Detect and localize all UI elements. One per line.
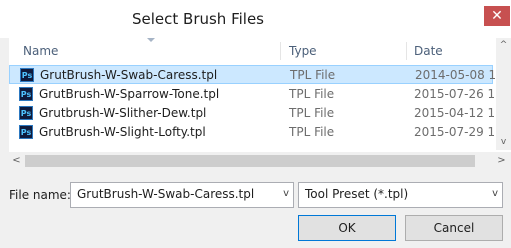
file-row[interactable]: Ps GrutBrush-W-Sparrow-Tone.tpl TPL File…: [9, 85, 494, 104]
sort-indicator-icon: [147, 38, 155, 42]
scroll-up-icon[interactable]: ^: [496, 38, 511, 53]
vertical-scrollbar[interactable]: ^ v: [496, 38, 511, 150]
file-type: TPL File: [289, 87, 335, 101]
file-row[interactable]: Ps GrutBrush-W-Swab-Caress.tpl TPL File …: [9, 65, 495, 84]
photoshop-file-icon: Ps: [20, 68, 34, 82]
photoshop-file-icon: Ps: [19, 106, 33, 120]
photoshop-file-icon: Ps: [19, 87, 33, 101]
scroll-left-icon[interactable]: <: [9, 152, 24, 170]
file-name: GrutBrush-W-Sparrow-Tone.tpl: [39, 87, 220, 101]
title-bar: Select Brush Files ✕: [0, 0, 511, 38]
file-list: Name Type Date Ps GrutBrush-W-Swab-Cares…: [9, 38, 511, 170]
file-type-value: Tool Preset (*.tpl): [305, 187, 409, 201]
ok-button[interactable]: OK: [298, 215, 396, 241]
file-type: TPL File: [289, 106, 335, 120]
file-date: 2015-07-29 11:0: [414, 125, 494, 139]
cancel-button[interactable]: Cancel: [405, 215, 503, 241]
column-divider[interactable]: [280, 42, 281, 60]
horizontal-scrollbar[interactable]: < >: [9, 152, 511, 170]
file-date: 2015-07-26 11:4: [414, 87, 494, 101]
horizontal-scroll-thumb[interactable]: [25, 155, 475, 167]
file-date: 2015-04-12 12:0: [414, 106, 494, 120]
file-row[interactable]: Ps GrutBrush-W-Slight-Lofty.tpl TPL File…: [9, 123, 494, 142]
file-name-combobox[interactable]: GrutBrush-W-Swab-Caress.tpl v: [70, 182, 294, 208]
file-date: 2014-05-08 12:1: [415, 68, 495, 82]
file-name-input[interactable]: GrutBrush-W-Swab-Caress.tpl: [77, 187, 254, 201]
chevron-down-icon[interactable]: v: [492, 188, 498, 199]
scroll-down-icon[interactable]: v: [496, 135, 511, 150]
close-button[interactable]: ✕: [484, 6, 510, 26]
file-row[interactable]: Ps Grutbrush-W-Slither-Dew.tpl TPL File …: [9, 104, 494, 123]
column-header-name[interactable]: Name: [23, 38, 58, 64]
column-header-type[interactable]: Type: [289, 38, 317, 64]
scroll-right-icon[interactable]: >: [494, 152, 509, 170]
file-type-select[interactable]: Tool Preset (*.tpl) v: [298, 182, 503, 208]
column-divider[interactable]: [406, 42, 407, 60]
file-type: TPL File: [289, 125, 335, 139]
close-icon: ✕: [491, 8, 503, 24]
column-header-date[interactable]: Date: [414, 38, 443, 64]
chevron-down-icon[interactable]: v: [283, 188, 289, 199]
file-name: Grutbrush-W-Slither-Dew.tpl: [39, 106, 207, 120]
file-name: GrutBrush-W-Slight-Lofty.tpl: [39, 125, 206, 139]
dialog-title: Select Brush Files: [131, 10, 264, 28]
photoshop-file-icon: Ps: [19, 125, 33, 139]
file-name-label: File name:: [9, 188, 71, 202]
file-type: TPL File: [290, 68, 336, 82]
file-name: GrutBrush-W-Swab-Caress.tpl: [40, 68, 218, 82]
